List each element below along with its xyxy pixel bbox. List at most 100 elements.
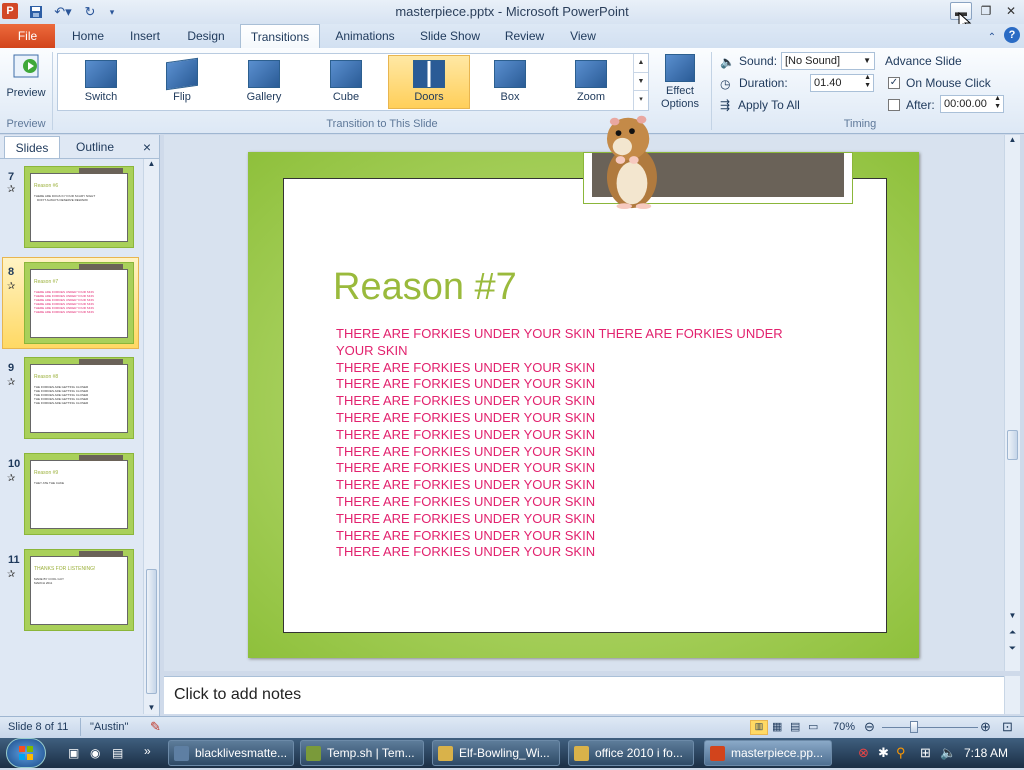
transition-zoom[interactable]: Zoom xyxy=(556,56,626,108)
taskbar-item-label: masterpiece.pp... xyxy=(731,746,824,760)
notes-pane[interactable]: Click to add notes xyxy=(164,676,1004,714)
stepper-arrows-icon[interactable]: ▲ ▼ xyxy=(994,95,1001,111)
panel-divider xyxy=(0,158,160,159)
effect-options-button[interactable]: Effect Options xyxy=(652,52,708,116)
body-line: THERE ARE FORKIES UNDER YOUR SKIN xyxy=(336,527,596,543)
slide-canvas[interactable]: Reason #7 THERE ARE FORKIES UNDER YOUR S… xyxy=(248,152,919,658)
slide-thumbnail-11[interactable]: THANKS FOR LISTENING! MADE BY COOL GUY MA… xyxy=(24,549,134,631)
tab-slide-show[interactable]: Slide Show xyxy=(410,24,490,48)
transition-star-icon: ✰ xyxy=(7,473,16,484)
close-panel-icon[interactable]: × xyxy=(138,136,156,158)
slide-show-icon[interactable]: ▭ xyxy=(808,720,818,733)
firefox-icon[interactable]: ◉ xyxy=(90,746,100,760)
slide-body-text[interactable]: THERE ARE FORKIES UNDER YOUR SKIN THERE … xyxy=(336,326,816,561)
slide-scrollbar[interactable]: ▲ ▼ ⏶ ⏷ xyxy=(1004,135,1020,671)
slide-thumbnail-9[interactable]: Reason #8 THE FORKIES ARE GETTING CLOSER… xyxy=(24,357,134,439)
tab-outline[interactable]: Outline xyxy=(64,136,126,158)
taskbar-item-active[interactable]: masterpiece.pp... xyxy=(704,740,832,766)
search-tray-icon[interactable]: ⚲ xyxy=(896,745,906,761)
taskbar-item[interactable]: blacklivesmatte... xyxy=(168,740,294,766)
taskbar-item[interactable]: Elf-Bowling_Wi... xyxy=(432,740,560,766)
tab-file[interactable]: File xyxy=(0,24,55,48)
previous-slide-icon[interactable]: ⏶ xyxy=(1005,627,1020,638)
tab-slides[interactable]: Slides xyxy=(4,136,60,158)
tray-icon[interactable]: ✱ xyxy=(878,745,889,761)
after-checkbox[interactable] xyxy=(888,99,900,111)
zoom-slider-track[interactable] xyxy=(882,727,978,728)
close-window-button[interactable]: ✕ xyxy=(1000,2,1022,20)
notes-scrollbar[interactable] xyxy=(1004,676,1020,714)
transition-gallery-item[interactable]: Gallery xyxy=(229,56,299,108)
fit-to-window-icon[interactable]: ⊡ xyxy=(1002,719,1013,735)
transition-cube[interactable]: Cube xyxy=(311,56,381,108)
taskbar-item[interactable]: Temp.sh | Tem... xyxy=(300,740,424,766)
thumbnail-band xyxy=(79,359,123,365)
on-mouse-click-checkbox[interactable]: ✓ xyxy=(888,77,900,89)
zoom-slider-thumb[interactable] xyxy=(910,721,918,733)
scroll-up-icon[interactable]: ▲ xyxy=(144,159,159,168)
after-time-stepper[interactable]: 00:00.00 ▲ ▼ xyxy=(940,95,1004,113)
slide-sorter-icon[interactable]: ▦ xyxy=(772,720,782,733)
tab-home[interactable]: Home xyxy=(62,24,114,48)
scroll-down-icon[interactable]: ▼ xyxy=(144,703,159,712)
slide-thumbnail-8[interactable]: Reason #7 THERE ARE FORKIES UNDER YOUR S… xyxy=(24,262,134,344)
tab-insert[interactable]: Insert xyxy=(120,24,170,48)
body-line: THERE ARE FORKIES UNDER YOUR SKIN xyxy=(336,393,596,409)
spell-check-icon[interactable]: ✎ xyxy=(150,719,161,735)
gallery-down-icon[interactable]: ▼ xyxy=(634,72,648,90)
transition-label: Box xyxy=(500,91,520,103)
taskbar-item[interactable]: office 2010 i fo... xyxy=(568,740,694,766)
tab-design[interactable]: Design xyxy=(176,24,236,48)
network-icon[interactable]: ⊞ xyxy=(920,745,931,761)
thumbnail-text: THERE ARE FORKIES UNDER YOUR SKIN THERE A… xyxy=(34,290,94,314)
restore-button[interactable]: ❐ xyxy=(975,2,997,20)
gallery-more-icon[interactable]: ▾ xyxy=(634,90,648,108)
reading-view-icon[interactable]: ▤ xyxy=(790,720,800,733)
slide-title[interactable]: Reason #7 xyxy=(333,266,517,309)
desktop-icon[interactable]: ▤ xyxy=(112,746,123,760)
transition-switch[interactable]: Switch xyxy=(66,56,136,108)
body-line: THERE ARE FORKIES UNDER YOUR SKIN xyxy=(336,426,596,442)
body-line: THERE ARE FORKIES UNDER YOUR SKIN xyxy=(336,510,596,526)
taskbar-clock[interactable]: 7:18 AM xyxy=(964,746,1008,760)
volume-icon[interactable]: 🔈 xyxy=(940,745,956,761)
scroll-up-icon[interactable]: ▲ xyxy=(1005,135,1020,144)
zoom-in-icon[interactable]: ⊕ xyxy=(980,719,991,735)
tab-view[interactable]: View xyxy=(558,24,608,48)
help-icon[interactable]: ? xyxy=(1004,27,1020,43)
preview-button[interactable]: Preview xyxy=(4,52,48,108)
body-line: THERE ARE FORKIES UNDER YOUR SKIN xyxy=(336,376,596,392)
minimize-ribbon-icon[interactable]: ⌃ xyxy=(985,28,999,46)
transition-flip[interactable]: Flip xyxy=(147,56,217,108)
scroll-thumb[interactable] xyxy=(146,569,157,694)
tab-transitions[interactable]: Transitions xyxy=(240,24,320,48)
stepper-arrows-icon[interactable]: ▲ ▼ xyxy=(864,74,871,90)
security-alert-icon[interactable]: ⊗ xyxy=(858,745,869,761)
apply-to-all-button[interactable]: Apply To All xyxy=(738,98,800,112)
quicklaunch-icon[interactable]: ▣ xyxy=(68,746,79,760)
gallery-scroll[interactable]: ▲ ▼ ▾ xyxy=(633,54,648,110)
status-bar: Slide 8 of 11 "Austin" ✎ ▥ ▦ ▤ ▭ 70% ⊖ ⊕… xyxy=(0,716,1024,738)
status-separator xyxy=(80,718,81,736)
scroll-down-icon[interactable]: ▼ xyxy=(1005,611,1020,620)
transition-doors[interactable]: Doors xyxy=(388,55,470,109)
thumbnail-band xyxy=(79,455,123,461)
zoom-out-icon[interactable]: ⊖ xyxy=(864,719,875,735)
next-slide-icon[interactable]: ⏷ xyxy=(1005,643,1020,654)
hamster-image[interactable] xyxy=(596,110,666,210)
slide-thumbnail-7[interactable]: Reason #6 THERE ARE DOGS IN YOUR SCARY N… xyxy=(24,166,134,248)
duration-stepper[interactable]: 01.40 ▲ ▼ xyxy=(810,74,874,92)
transition-box[interactable]: Box xyxy=(475,56,545,108)
slide-thumbnail-10[interactable]: Reason #9 THEY ATE THE CAKE xyxy=(24,453,134,535)
gallery-up-icon[interactable]: ▲ xyxy=(634,54,648,72)
sound-dropdown[interactable]: [No Sound] ▼ xyxy=(781,52,875,70)
tab-review[interactable]: Review xyxy=(497,24,552,48)
more-quicklaunch-icon[interactable]: » xyxy=(144,744,151,758)
tab-animations[interactable]: Animations xyxy=(325,24,405,48)
normal-view-icon[interactable]: ▥ xyxy=(750,720,768,735)
start-button[interactable] xyxy=(6,738,46,768)
zoom-level[interactable]: 70% xyxy=(833,721,855,733)
scroll-thumb[interactable] xyxy=(1007,430,1018,460)
slides-scrollbar[interactable]: ▲ ▼ xyxy=(143,159,159,714)
theme-name[interactable]: "Austin" xyxy=(90,721,128,733)
